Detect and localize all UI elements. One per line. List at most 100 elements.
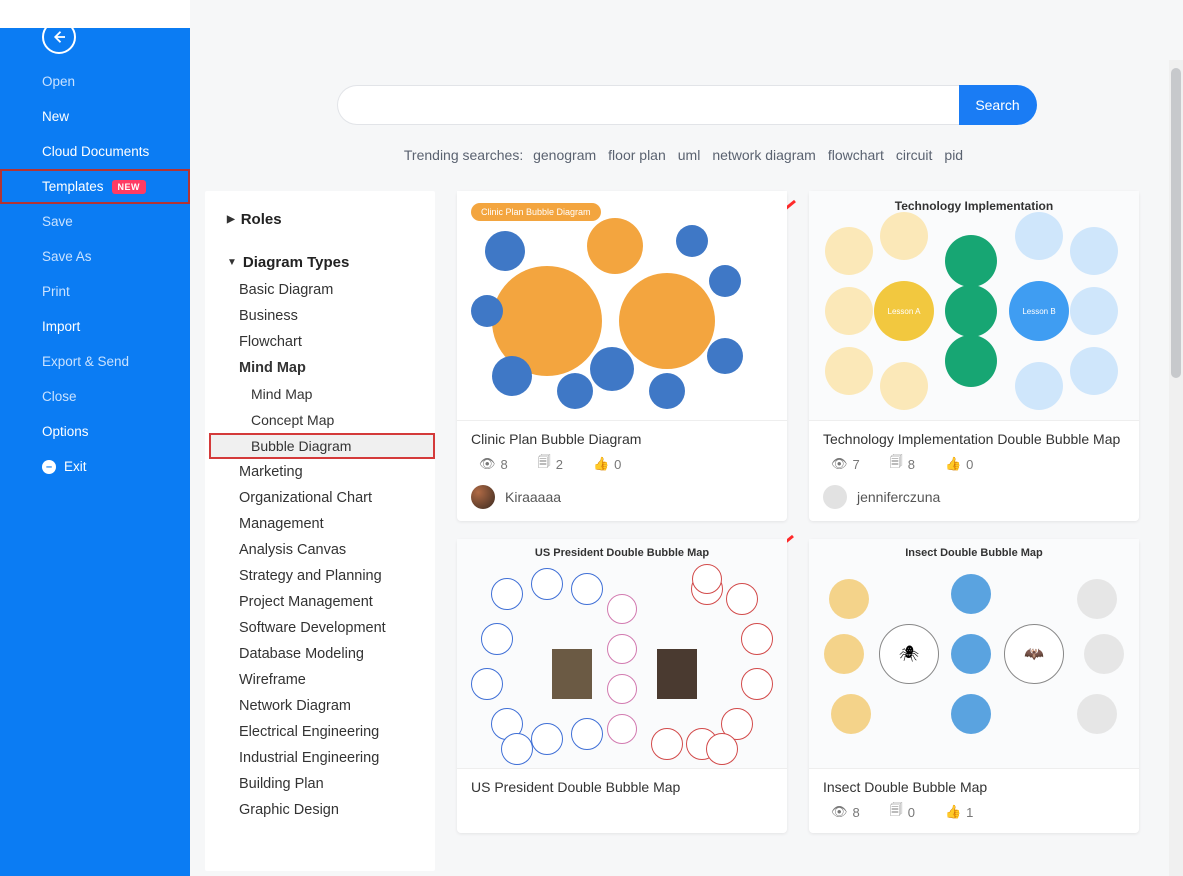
sidebar-item-label: Print: [42, 284, 70, 299]
category-item[interactable]: Graphic Design: [209, 797, 435, 823]
category-item[interactable]: Analysis Canvas: [209, 537, 435, 563]
category-item[interactable]: Electrical Engineering: [209, 719, 435, 745]
template-stats: 👁7 🗐8 👍0: [809, 453, 1139, 475]
category-item[interactable]: Organizational Chart: [209, 485, 435, 511]
sidebar-item-label: Cloud Documents: [42, 144, 149, 159]
chevron-right-icon: ▶: [227, 214, 235, 225]
subcategory-item[interactable]: Bubble Diagram: [209, 433, 435, 459]
trending-tag[interactable]: genogram: [533, 147, 596, 163]
likes-stat: 👍0: [593, 456, 621, 472]
sidebar-item-label: Exit: [64, 459, 87, 474]
sidebar-item-label: Close: [42, 389, 77, 404]
thumb-banner: Clinic Plan Bubble Diagram: [471, 203, 601, 221]
views-stat: 👁8: [831, 804, 860, 820]
likes-stat: 👍0: [945, 456, 973, 472]
trending-row: Trending searches: genogram floor plan uml…: [190, 147, 1183, 163]
thumbs-up-icon: 👍: [945, 456, 961, 472]
app-root: Wondershare EdrawMax — ▢ ✕ Vickie ▼ Open…: [0, 0, 1183, 876]
template-title: Technology Implementation Double Bubble …: [809, 421, 1139, 453]
category-item[interactable]: Network Diagram: [209, 693, 435, 719]
sidebar: Open New Cloud Documents Templates NEW Save Sa…: [0, 0, 190, 876]
sidebar-item-label: Import: [42, 319, 80, 334]
template-thumbnail: Technology ImplementationLesson ALesson …: [809, 191, 1139, 421]
author-name: Kiraaaaa: [505, 489, 561, 505]
category-item[interactable]: Marketing: [209, 459, 435, 485]
category-item[interactable]: Management: [209, 511, 435, 537]
sidebar-item-label: Save As: [42, 249, 92, 264]
search-wrap: Search: [190, 85, 1183, 125]
sidebar-item-save[interactable]: Save: [0, 204, 190, 239]
sidebar-item-save-as[interactable]: Save As: [0, 239, 190, 274]
category-item[interactable]: Database Modeling: [209, 641, 435, 667]
views-stat: 👁8: [479, 456, 508, 472]
search-input[interactable]: [337, 85, 959, 125]
category-item[interactable]: Wireframe: [209, 667, 435, 693]
template-stats: 👁8 🗐2 👍0: [457, 453, 787, 475]
template-card[interactable]: Technology ImplementationLesson ALesson …: [809, 191, 1139, 521]
category-item[interactable]: Flowchart: [209, 329, 435, 355]
likes-stat: 👍1: [945, 804, 973, 820]
sidebar-item-new[interactable]: New: [0, 99, 190, 134]
search-button[interactable]: Search: [959, 85, 1037, 125]
trending-tag[interactable]: floor plan: [608, 147, 666, 163]
avatar: [823, 485, 847, 509]
category-item[interactable]: Industrial Engineering: [209, 745, 435, 771]
sidebar-item-close[interactable]: Close: [0, 379, 190, 414]
eye-icon: 👁: [831, 804, 848, 820]
template-grid: Clinic Plan Bubble Diagram Clinic Plan Bu…: [435, 191, 1183, 871]
trending-tag[interactable]: pid: [944, 147, 963, 163]
category-item[interactable]: Mind Map: [209, 355, 435, 381]
sidebar-item-exit[interactable]: –Exit: [0, 449, 190, 484]
sidebar-item-export-send[interactable]: Export & Send: [0, 344, 190, 379]
sidebar-item-import[interactable]: Import: [0, 309, 190, 344]
copy-icon: 🗐: [890, 801, 903, 823]
trending-tag[interactable]: uml: [678, 147, 701, 163]
sidebar-item-cloud-documents[interactable]: Cloud Documents: [0, 134, 190, 169]
template-stats: 👁8 🗐0 👍1: [809, 801, 1139, 823]
category-item[interactable]: Building Plan: [209, 771, 435, 797]
sidebar-item-options[interactable]: Options: [0, 414, 190, 449]
template-author: jenniferczuna: [809, 475, 1139, 511]
exit-icon: –: [42, 460, 56, 474]
category-item[interactable]: Strategy and Planning: [209, 563, 435, 589]
views-stat: 👁7: [831, 456, 860, 472]
template-thumbnail: US President Double Bubble Map: [457, 539, 787, 769]
sidebar-item-label: New: [42, 109, 69, 124]
template-card[interactable]: US President Double Bubble Map US Preside…: [457, 539, 787, 833]
thumbs-up-icon: 👍: [945, 804, 961, 820]
category-item[interactable]: Basic Diagram: [209, 277, 435, 303]
copies-stat: 🗐2: [538, 453, 563, 475]
main-area: Search Trending searches: genogram floor …: [190, 0, 1183, 876]
sidebar-item-label: Templates: [42, 179, 104, 194]
category-item[interactable]: Software Development: [209, 615, 435, 641]
copies-stat: 🗐0: [890, 801, 915, 823]
diagram-types-section[interactable]: ▼Diagram Types: [209, 248, 435, 277]
template-author: Kiraaaaa: [457, 475, 787, 511]
sidebar-item-open[interactable]: Open: [0, 64, 190, 99]
category-item[interactable]: Project Management: [209, 589, 435, 615]
category-item[interactable]: Business: [209, 303, 435, 329]
template-title: Clinic Plan Bubble Diagram: [457, 421, 787, 453]
sidebar-item-label: Open: [42, 74, 75, 89]
thumb-title: Insect Double Bubble Map: [809, 547, 1139, 559]
sidebar-item-templates[interactable]: Templates NEW: [0, 169, 190, 204]
trending-tag[interactable]: flowchart: [828, 147, 884, 163]
thumb-title: US President Double Bubble Map: [457, 547, 787, 559]
template-card[interactable]: Insect Double Bubble Map🕷🦇Insect Double …: [809, 539, 1139, 833]
trending-tag[interactable]: network diagram: [712, 147, 816, 163]
search-bar: Search: [337, 85, 1037, 125]
template-title: US President Double Bubble Map: [457, 769, 787, 801]
copy-icon: 🗐: [538, 453, 551, 475]
author-name: jenniferczuna: [857, 489, 940, 505]
sidebar-item-label: Export & Send: [42, 354, 129, 369]
sidebar-item-print[interactable]: Print: [0, 274, 190, 309]
subcategory-item[interactable]: Mind Map: [209, 381, 435, 407]
new-badge: NEW: [112, 180, 147, 194]
template-card[interactable]: Clinic Plan Bubble Diagram Clinic Plan Bu…: [457, 191, 787, 521]
roles-section[interactable]: ▶Roles: [209, 205, 435, 234]
category-panel: ▶Roles ▼Diagram Types Basic DiagramBusin…: [205, 191, 435, 871]
trending-label: Trending searches:: [404, 147, 523, 163]
trending-tag[interactable]: circuit: [896, 147, 933, 163]
copies-stat: 🗐8: [890, 453, 915, 475]
subcategory-item[interactable]: Concept Map: [209, 407, 435, 433]
